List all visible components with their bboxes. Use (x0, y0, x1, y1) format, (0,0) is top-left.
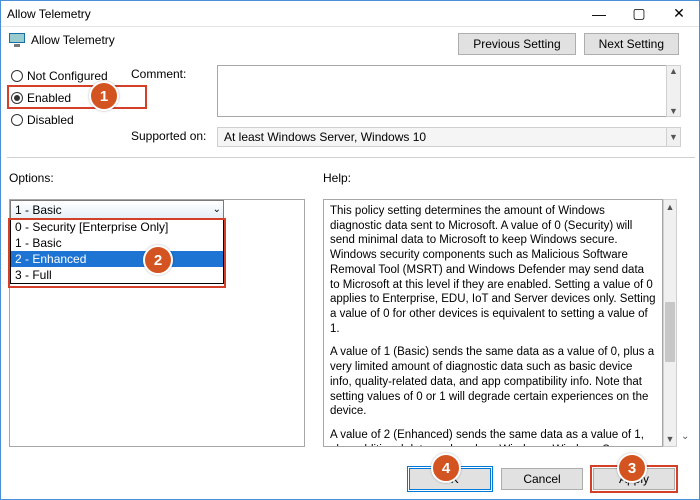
cancel-button[interactable]: Cancel (501, 468, 583, 490)
comment-scrollbar[interactable]: ▲▼ (666, 65, 681, 117)
comment-label: Comment: (131, 67, 186, 81)
help-panel: This policy setting determines the amoun… (323, 199, 663, 447)
combo-selected-text: 1 - Basic (15, 203, 62, 217)
combo-option-2[interactable]: 2 - Enhanced (11, 251, 223, 267)
help-text-p3: A value of 2 (Enhanced) sends the same d… (330, 428, 656, 447)
scroll-thumb[interactable] (665, 302, 675, 362)
ok-button[interactable]: OK (409, 468, 491, 490)
radio-label: Disabled (27, 113, 74, 127)
expand-chevron-icon[interactable]: ⌄ (681, 431, 689, 442)
combo-option-3[interactable]: 3 - Full (11, 267, 223, 283)
radio-not-configured[interactable]: Not Configured (11, 65, 108, 87)
scroll-down-icon[interactable]: ▼ (666, 432, 675, 446)
window-title: Allow Telemetry (7, 7, 91, 21)
divider (7, 157, 695, 158)
options-label: Options: (9, 171, 54, 185)
maximize-button[interactable]: ▢ (619, 1, 659, 26)
apply-button[interactable]: Apply (593, 468, 675, 490)
chevron-down-icon: ⌄ (213, 204, 221, 215)
titlebar: Allow Telemetry ― ▢ ✕ (1, 1, 699, 27)
policy-editor-window: Allow Telemetry ― ▢ ✕ Allow Telemetry Pr… (0, 0, 700, 500)
previous-setting-button[interactable]: Previous Setting (458, 33, 575, 55)
radio-icon (11, 114, 23, 126)
radio-label: Enabled (27, 91, 71, 105)
combo-option-0[interactable]: 0 - Security [Enterprise Only] (11, 219, 223, 235)
nav-buttons: Previous Setting Next Setting (458, 33, 679, 55)
radio-disabled[interactable]: Disabled (11, 109, 108, 131)
close-button[interactable]: ✕ (659, 1, 699, 26)
state-radio-group: Not Configured Enabled Disabled (11, 65, 108, 131)
minimize-button[interactable]: ― (579, 1, 619, 26)
scroll-up-icon[interactable]: ▲ (666, 200, 675, 214)
help-scrollbar[interactable]: ▲ ▼ (663, 199, 677, 447)
radio-icon (11, 92, 23, 104)
radio-icon (11, 70, 23, 82)
window-controls: ― ▢ ✕ (579, 1, 699, 26)
combo-dropdown-list: 0 - Security [Enterprise Only] 1 - Basic… (10, 218, 224, 284)
policy-subtitle: Allow Telemetry (31, 33, 115, 47)
help-label: Help: (323, 171, 351, 185)
dialog-footer: OK Cancel Apply (1, 459, 699, 499)
policy-icon (9, 33, 25, 47)
supported-on-value: At least Windows Server, Windows 10 (217, 127, 677, 147)
next-setting-button[interactable]: Next Setting (584, 33, 679, 55)
telemetry-level-combo: 1 - Basic ⌄ 0 - Security [Enterprise Onl… (10, 200, 224, 284)
supported-on-label: Supported on: (131, 129, 206, 143)
help-text-p2: A value of 1 (Basic) sends the same data… (330, 345, 656, 419)
options-panel: 1 - Basic ⌄ 0 - Security [Enterprise Onl… (9, 199, 305, 447)
radio-enabled[interactable]: Enabled (11, 87, 108, 109)
supported-scroll-down[interactable]: ▼ (666, 127, 681, 147)
comment-textarea[interactable] (217, 65, 677, 117)
help-text-p1: This policy setting determines the amoun… (330, 204, 656, 336)
radio-label: Not Configured (27, 69, 108, 83)
combo-selected[interactable]: 1 - Basic ⌄ (10, 200, 224, 219)
combo-option-1[interactable]: 1 - Basic (11, 235, 223, 251)
